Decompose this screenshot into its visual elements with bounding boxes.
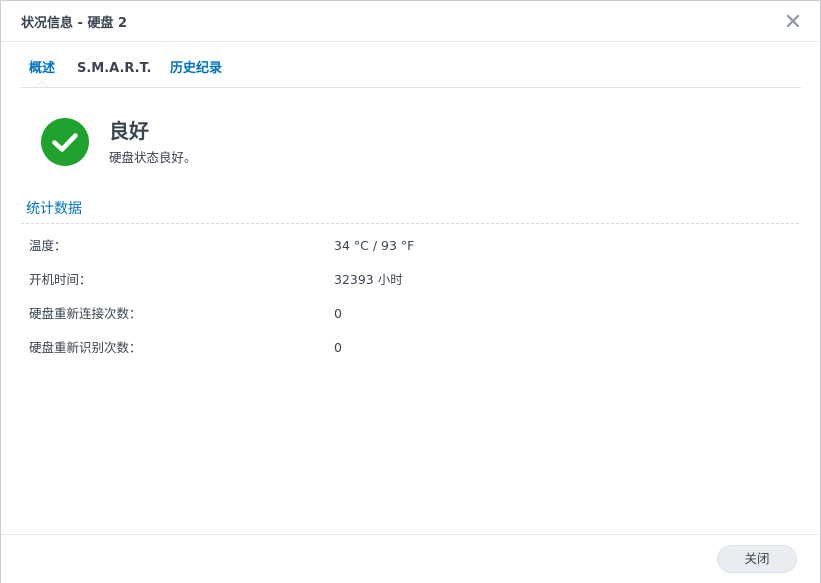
close-button[interactable]: 关闭 [717,545,797,573]
reidentify-count-label: 硬盘重新识别次数： [29,340,142,355]
status-title: 良好 [109,119,149,143]
dialog-footer: 关闭 [1,534,820,583]
tab-history[interactable]: 历史纪录 [170,61,222,77]
power-on-time-value: 32393 小时 [334,272,403,287]
reconnect-count-value: 0 [334,306,342,321]
reconnect-count-label: 硬盘重新连接次数： [29,306,142,321]
reidentify-count-value: 0 [334,340,342,355]
dialog-title: 状况信息 - 硬盘 2 [21,16,128,31]
status-info-dialog: 状况信息 - 硬盘 2 概述 S.M.A.R.T. 历史纪录 良好 硬盘状态良好… [0,0,821,583]
check-circle-icon [41,118,89,166]
tab-overview[interactable]: 概述 [29,61,55,77]
section-divider [21,223,799,224]
power-on-time-label: 开机时间： [29,272,92,287]
temperature-label: 温度： [29,238,67,253]
tab-smart[interactable]: S.M.A.R.T. [77,61,151,77]
status-description: 硬盘状态良好。 [109,150,197,165]
temperature-value: 34 °C / 93 °F [334,238,415,253]
statistics-section-title: 统计数据 [26,201,82,217]
close-icon[interactable] [781,9,805,33]
tab-bar: 概述 S.M.A.R.T. 历史纪录 [21,42,801,88]
active-tab-indicator [36,81,48,87]
dialog-titlebar: 状况信息 - 硬盘 2 [1,1,820,42]
